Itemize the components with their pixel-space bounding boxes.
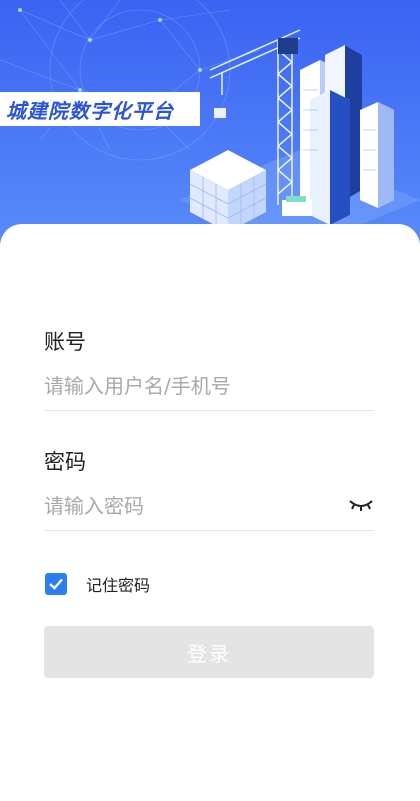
account-field xyxy=(44,366,374,411)
remember-password-label: 记住密码 xyxy=(86,576,151,595)
password-input[interactable] xyxy=(44,486,334,526)
account-label: 账号 xyxy=(44,330,86,354)
header-banner: 城建院数字化平台 xyxy=(0,0,420,260)
app-title-banner: 城建院数字化平台 xyxy=(0,92,200,126)
remember-password-checkbox[interactable] xyxy=(45,573,67,595)
password-label: 密码 xyxy=(44,450,86,474)
password-field xyxy=(44,486,374,531)
remember-password-option[interactable]: 记住密码 xyxy=(45,572,150,596)
eye-closed-icon[interactable] xyxy=(348,494,374,514)
city-construction-illustration xyxy=(0,0,420,250)
login-button[interactable]: 登录 xyxy=(44,626,374,678)
account-input[interactable] xyxy=(44,366,334,406)
app-title: 城建院数字化平台 xyxy=(6,98,174,123)
checkmark-icon xyxy=(49,578,63,590)
